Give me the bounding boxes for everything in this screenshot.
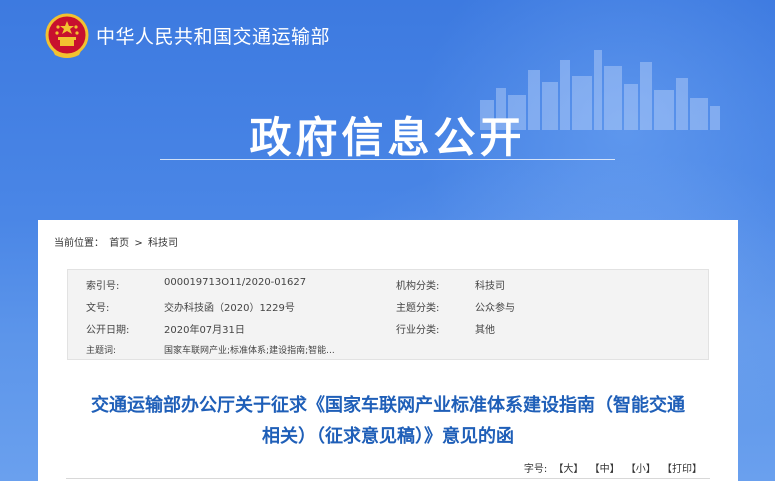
font-size-large-button[interactable]: 【大】 (553, 464, 583, 475)
breadcrumb-home-link[interactable]: 首页 (109, 238, 129, 249)
org-label: 机构分类: (396, 281, 440, 292)
page-title: 政府信息公开 (249, 113, 526, 162)
content-panel: 当前位置： 首页 > 科技司 索引号: 000019713O11/2020-01… (38, 220, 738, 481)
document-title-line2: 相关）（征求意见稿）》意见的函 (262, 426, 514, 447)
font-size-control: 字号: 【大】 【中】 【小】 【打印】 (524, 460, 702, 475)
breadcrumb-prefix: 当前位置： (54, 238, 104, 249)
org-value: 科技司 (475, 281, 505, 292)
topic-value: 公众参与 (475, 303, 515, 314)
keywords-label: 主题词: (86, 346, 117, 356)
keywords-value: 国家车联网产业;标准体系;建设指南;智能... (164, 346, 335, 356)
docno-value: 交办科技函（2020）1229号 (164, 303, 295, 314)
content-divider (66, 478, 710, 479)
index-value: 000019713O11/2020-01627 (164, 277, 307, 288)
document-title: 交通运输部办公厅关于征求《国家车联网产业标准体系建设指南（智能交通 相关）（征求… (38, 390, 738, 452)
industry-value: 其他 (475, 325, 495, 336)
font-size-medium-button[interactable]: 【中】 (590, 464, 620, 475)
date-value: 2020年07月31日 (164, 325, 245, 336)
breadcrumb-separator: > (134, 238, 143, 249)
docno-label: 文号: (86, 303, 110, 314)
topic-label: 主题分类: (396, 303, 440, 314)
breadcrumb-current-link[interactable]: 科技司 (148, 238, 178, 249)
font-size-label: 字号: (523, 464, 548, 475)
breadcrumb: 当前位置： 首页 > 科技司 (54, 234, 180, 249)
industry-label: 行业分类: (396, 325, 440, 336)
document-title-line1: 交通运输部办公厅关于征求《国家车联网产业标准体系建设指南（智能交通 (91, 395, 685, 416)
font-size-small-button[interactable]: 【小】 (626, 464, 656, 475)
print-button[interactable]: 【打印】 (662, 464, 702, 475)
title-divider (160, 159, 615, 160)
site-name[interactable]: 中华人民共和国交通运输部 (96, 22, 330, 49)
national-emblem-icon (45, 13, 89, 58)
date-label: 公开日期: (86, 325, 130, 336)
index-label: 索引号: (86, 281, 120, 292)
document-metadata-box: 索引号: 000019713O11/2020-01627 机构分类: 科技司 文… (67, 269, 709, 360)
